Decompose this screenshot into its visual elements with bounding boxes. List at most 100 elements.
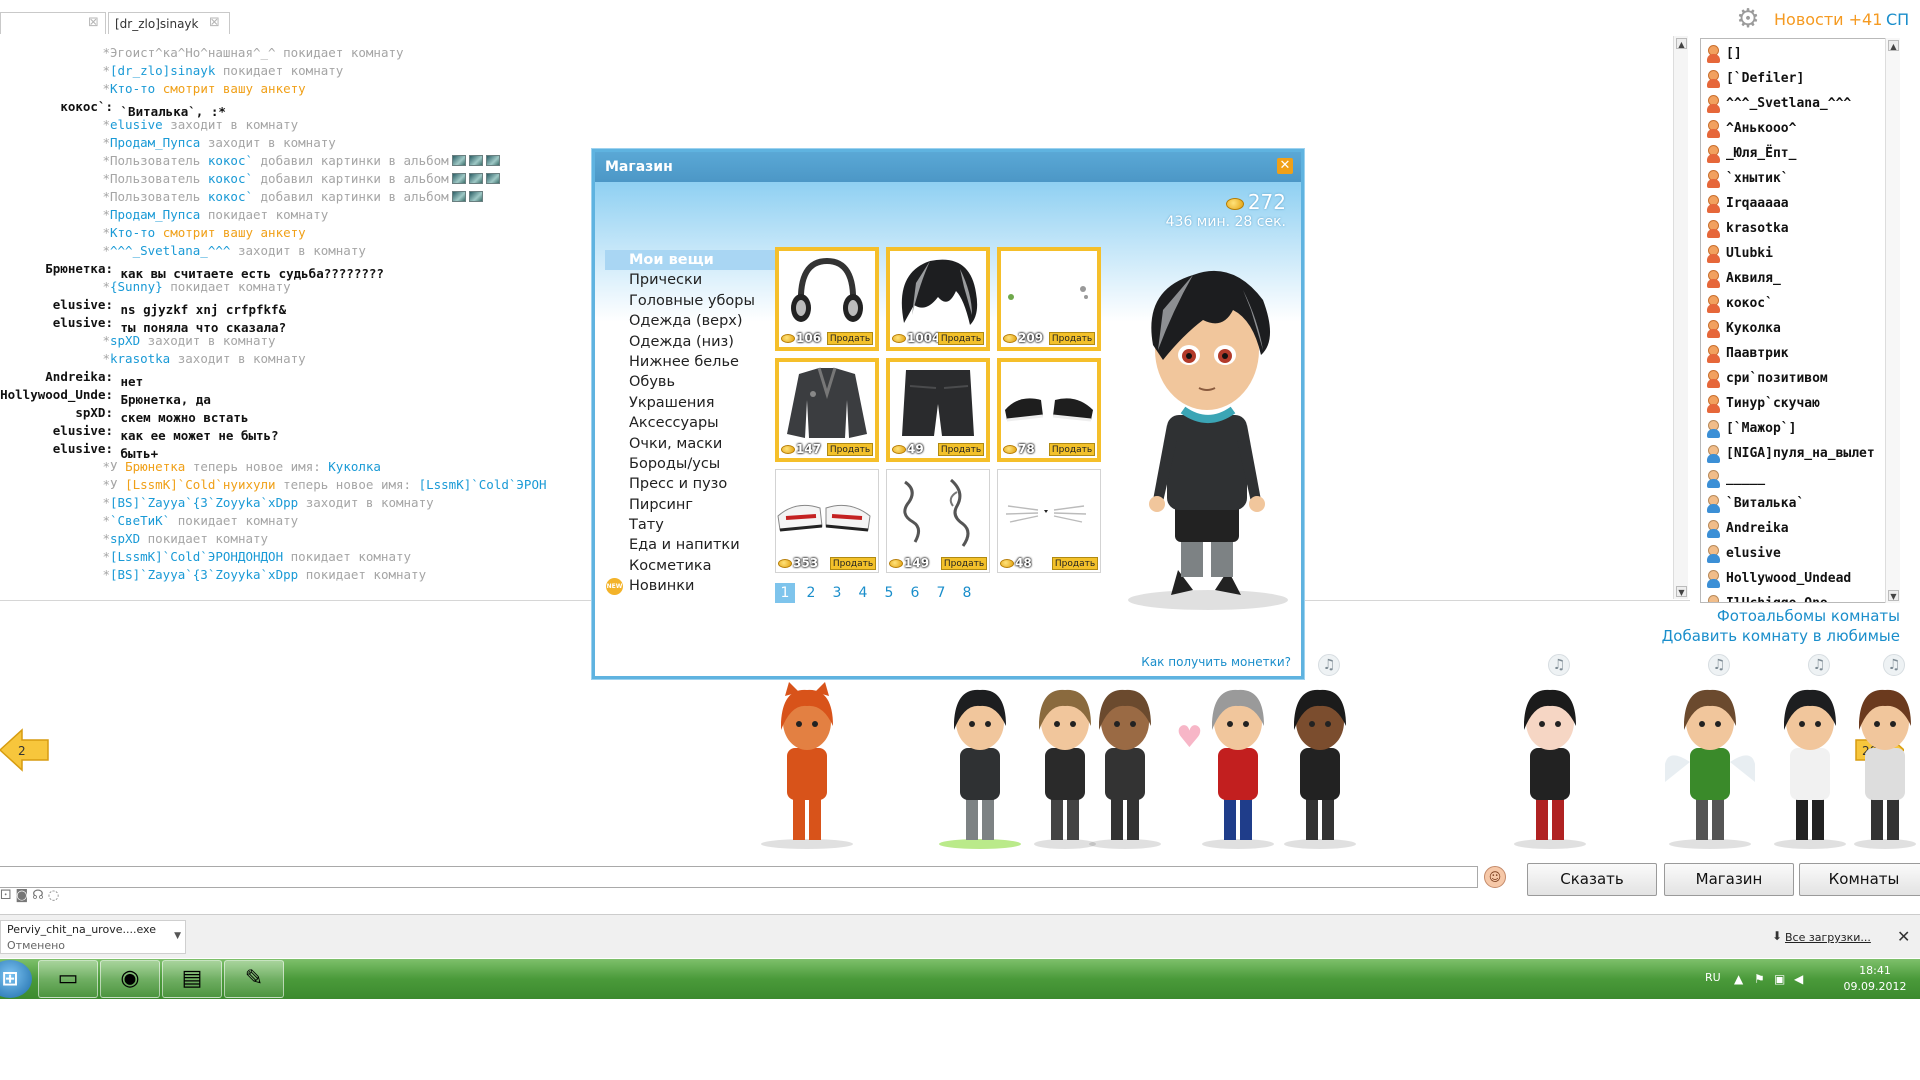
camera-icon[interactable]: ⚀ xyxy=(0,888,11,903)
room-avatar[interactable]: ♫ xyxy=(1280,654,1360,852)
rooms-button[interactable]: Комнаты xyxy=(1799,863,1920,896)
user-list-item[interactable]: [NIGA]пуля_на_вылет xyxy=(1701,441,1881,466)
user-list-item[interactable]: `Виталька` xyxy=(1701,491,1881,516)
all-downloads-link[interactable]: Все загрузки... xyxy=(1785,931,1871,944)
shop-item-piercing[interactable]: 209 Продать xyxy=(997,247,1101,351)
shop-category[interactable]: Очки, маски xyxy=(605,434,775,454)
room-avatar[interactable] xyxy=(935,682,1025,852)
user-list-item[interactable]: Паавтрик xyxy=(1701,341,1881,366)
thumbnail[interactable] xyxy=(451,154,466,166)
scroll-down-icon[interactable]: ▼ xyxy=(1888,590,1899,601)
thumbnail[interactable] xyxy=(451,190,466,202)
user-list-item[interactable]: _Юля_Ёпт_ xyxy=(1701,141,1881,166)
shop-category[interactable]: Косметика xyxy=(605,556,775,576)
user-list-item[interactable]: [`Defiler] xyxy=(1701,66,1881,91)
shop-category[interactable]: Украшения xyxy=(605,393,775,413)
shop-category[interactable]: Тату xyxy=(605,515,775,535)
message-input[interactable] xyxy=(0,866,1478,888)
close-icon[interactable]: ✕ xyxy=(1897,927,1910,946)
page-link[interactable]: 5 xyxy=(879,583,899,603)
user-list-item[interactable]: Irqaaaaa xyxy=(1701,191,1881,216)
headphones-icon[interactable]: ☊ xyxy=(32,888,44,903)
page-link[interactable]: 7 xyxy=(931,583,951,603)
page-link[interactable]: 1 xyxy=(775,583,795,603)
shop-category[interactable]: NEW Новинки xyxy=(605,576,775,596)
room-avatar[interactable]: ♫ xyxy=(1510,654,1590,852)
user-list-item[interactable]: ^^^_Svetlana_^^^ xyxy=(1701,91,1881,116)
room-avatar[interactable] xyxy=(1198,682,1278,852)
sell-button[interactable]: Продать xyxy=(941,557,987,570)
say-button[interactable]: Сказать xyxy=(1527,863,1657,896)
user-list-item[interactable]: Andreika xyxy=(1701,516,1881,541)
sell-button[interactable]: Продать xyxy=(938,443,984,456)
close-icon[interactable]: ⊠ xyxy=(88,15,99,30)
news-link[interactable]: Новости +41 xyxy=(1774,10,1882,29)
room-avatar[interactable]: ♫ xyxy=(1770,654,1850,852)
thumbnail[interactable] xyxy=(485,154,500,166)
user-list-item[interactable]: _____ xyxy=(1701,466,1881,491)
chat-scrollbar[interactable]: ▲ ▼ xyxy=(1673,36,1688,599)
shop-category[interactable]: Еда и напитки xyxy=(605,535,775,555)
sell-button[interactable]: Продать xyxy=(938,332,984,345)
scroll-up-icon[interactable]: ▲ xyxy=(1888,40,1899,51)
gear-icon[interactable]: ⚙ xyxy=(1735,6,1761,32)
shop-category[interactable]: Одежда (верх) xyxy=(605,311,775,331)
room-avatar[interactable]: ♫ xyxy=(1664,654,1756,852)
user-list-item[interactable]: Тинур`скучаю xyxy=(1701,391,1881,416)
page-link[interactable]: 3 xyxy=(827,583,847,603)
shop-category[interactable]: Бороды/усы xyxy=(605,454,775,474)
shop-item-sneakers[interactable]: 353 Продать xyxy=(775,469,879,573)
thumbnail[interactable] xyxy=(451,172,466,184)
photo-icon[interactable]: ◙ xyxy=(15,888,28,903)
page-link[interactable]: 6 xyxy=(905,583,925,603)
user-list-item[interactable]: Аквиля_ xyxy=(1701,266,1881,291)
taskbar-app-chrome[interactable]: ◉ xyxy=(100,960,160,998)
scroll-up-icon[interactable]: ▲ xyxy=(1676,38,1687,49)
tray-expand-icon[interactable]: ▲ xyxy=(1734,972,1743,986)
taskbar-app-explorer[interactable]: ▤ xyxy=(162,960,222,998)
shop-category[interactable]: Нижнее белье xyxy=(605,352,775,372)
shop-category[interactable]: Пресс и пузо xyxy=(605,474,775,494)
shop-button[interactable]: Магазин xyxy=(1664,863,1794,896)
scroll-down-icon[interactable]: ▼ xyxy=(1676,586,1687,597)
room-avatar[interactable]: ♫ xyxy=(1850,654,1920,852)
page-link[interactable]: 4 xyxy=(853,583,873,603)
user-list-item[interactable]: Куколка xyxy=(1701,316,1881,341)
user-list-item[interactable]: сри`позитивом xyxy=(1701,366,1881,391)
user-list-scrollbar[interactable]: ▲ ▼ xyxy=(1885,38,1900,603)
shop-item-shoes[interactable]: 78 Продать xyxy=(997,358,1101,462)
user-list-item[interactable]: [] xyxy=(1701,41,1881,66)
sell-button[interactable]: Продать xyxy=(830,557,876,570)
user-list-item[interactable]: elusive xyxy=(1701,541,1881,566)
sp-link[interactable]: СП xyxy=(1886,10,1909,29)
user-list-item[interactable]: [`Мажор`] xyxy=(1701,416,1881,441)
sell-button[interactable]: Продать xyxy=(1052,557,1098,570)
shop-item-jacket[interactable]: 147 Продать xyxy=(775,358,879,462)
shop-item-headphones[interactable]: 106 Продать xyxy=(775,247,879,351)
sell-button[interactable]: Продать xyxy=(827,443,873,456)
clock[interactable]: 18:41 09.09.2012 xyxy=(1840,963,1910,995)
shop-item-whiskers[interactable]: 48 Продать xyxy=(997,469,1101,573)
smile-icon[interactable]: ☺ xyxy=(1484,866,1506,888)
thumbnail[interactable] xyxy=(468,172,483,184)
user-list-item[interactable]: кокос` xyxy=(1701,291,1881,316)
close-icon[interactable]: ✕ xyxy=(1277,158,1293,174)
language-indicator[interactable]: RU xyxy=(1705,971,1721,984)
shop-item-shorts[interactable]: 49 Продать xyxy=(886,358,990,462)
network-icon[interactable]: ▣ xyxy=(1774,972,1785,986)
taskbar-app-console[interactable]: ▭ xyxy=(38,960,98,998)
prev-room-arrow-icon[interactable]: 2 xyxy=(0,728,50,772)
taskbar-app-paint[interactable]: ✎ xyxy=(224,960,284,998)
thumbnail[interactable] xyxy=(485,172,500,184)
shop-item-tattoo[interactable]: 149 Продать xyxy=(886,469,990,573)
page-link[interactable]: 2 xyxy=(801,583,821,603)
how-coins-link[interactable]: Как получить монетки? xyxy=(1141,655,1291,669)
chevron-down-icon[interactable]: ▼ xyxy=(174,931,181,941)
shop-category[interactable]: Обувь xyxy=(605,372,775,392)
user-list-item[interactable]: Ulubki xyxy=(1701,241,1881,266)
volume-icon[interactable]: ◀ xyxy=(1794,972,1803,986)
shop-category[interactable]: Прически xyxy=(605,270,775,290)
close-icon[interactable]: ⊠ xyxy=(209,15,220,30)
shop-item-hair[interactable]: 1004 Продать xyxy=(886,247,990,351)
download-item[interactable]: Perviy_chit_na_urove....exe Отменено ▼ xyxy=(0,920,186,954)
